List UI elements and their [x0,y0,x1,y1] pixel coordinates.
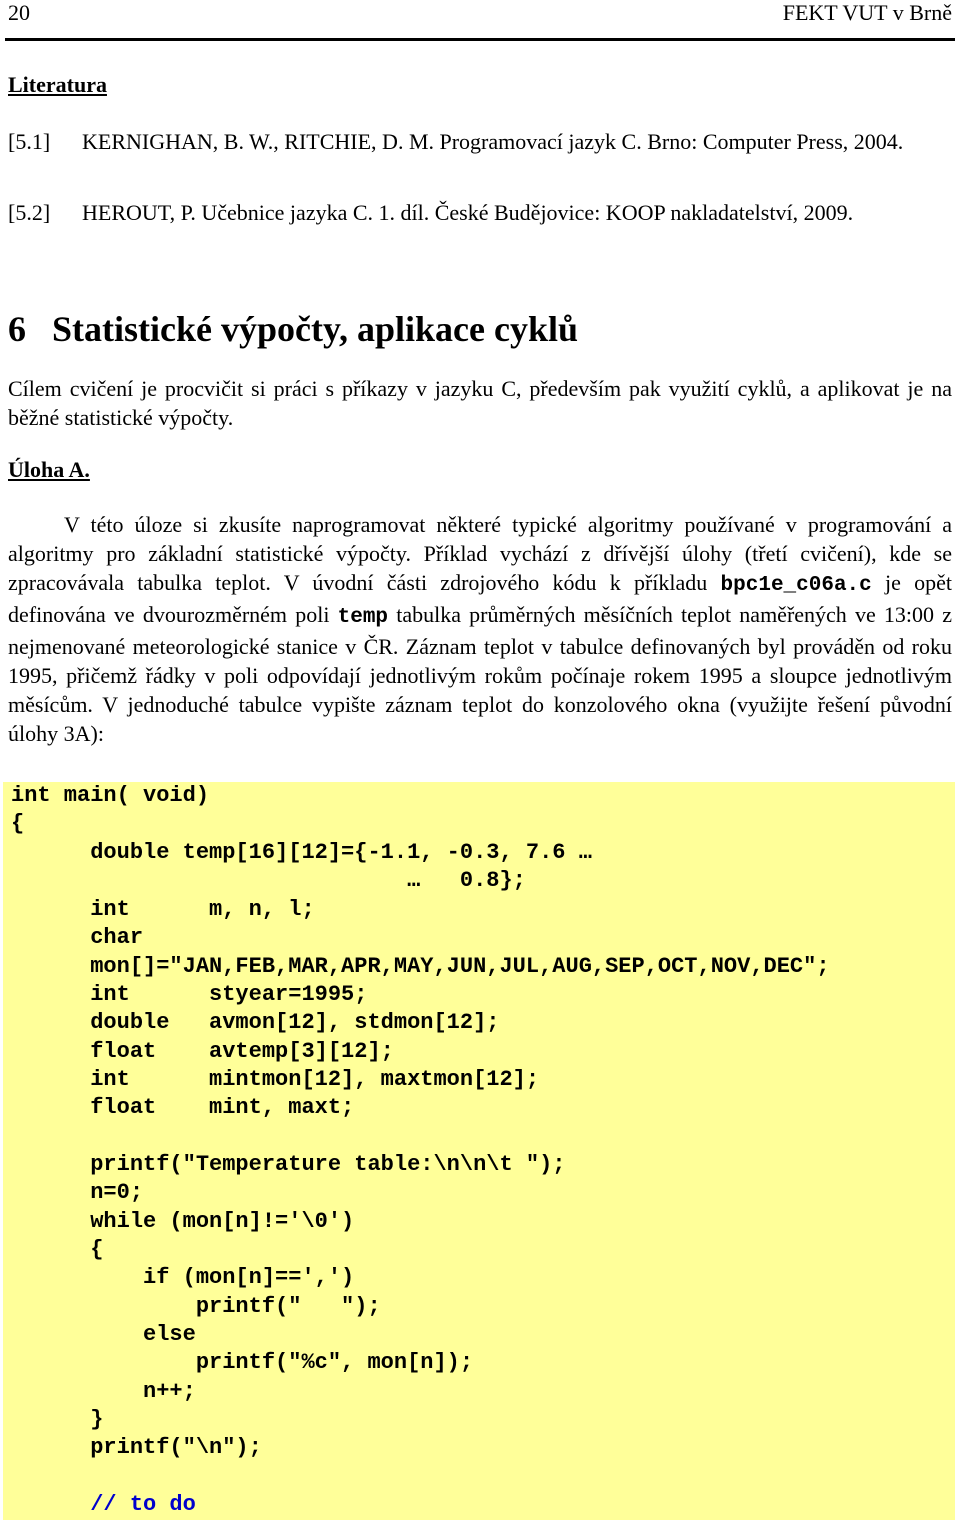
code-line: … 0.8}; [11,868,526,893]
literature-heading: Literatura [8,72,107,97]
code-line: char [11,925,144,950]
chapter-title: Statistické výpočty, aplikace cyklů [52,309,579,349]
code-line: double avmon[12], stdmon[12]; [11,1010,500,1035]
code-line: printf(" "); [11,1294,381,1319]
code-line: printf("\n"); [11,1435,262,1460]
code-comment: // to do [11,1492,196,1517]
code-line: int main( void) [11,783,210,808]
code-line: int m, n, l; [11,897,315,922]
page-header: 20 FEKT VUT v Brně [8,0,952,38]
institution-name: FEKT VUT v Brně [782,0,952,25]
code-line: } [11,1407,104,1432]
reference-item: [5.2] HEROUT, P. Učebnice jazyka C. 1. d… [8,198,952,227]
task-heading: Úloha A. [8,457,90,482]
reference-item: [5.1] KERNIGHAN, B. W., RITCHIE, D. M. P… [8,127,952,156]
code-line: if (mon[n]==',') [11,1265,355,1290]
code-line: float mint, maxt; [11,1095,355,1120]
code-listing: int main( void) { double temp[16][12]={-… [3,782,955,1520]
code-line: mon[]="JAN,FEB,MAR,APR,MAY,JUN,JUL,AUG,S… [11,954,830,979]
code-line: int mintmon[12], maxtmon[12]; [11,1067,540,1092]
chapter-intro: Cílem cvičení je procvičit si práci s př… [8,376,952,430]
source-filename: bpc1e_c06a.c [720,574,872,597]
code-line: n=0; [11,1180,144,1205]
array-name: temp [337,606,389,629]
task-description: V této úloze si zkusíte naprogramovat ně… [8,510,952,748]
code-line: printf("%c", mon[n]); [11,1350,474,1375]
code-line: float avtemp[3][12]; [11,1039,394,1064]
reference-text: KERNIGHAN, B. W., RITCHIE, D. M. Program… [82,129,904,154]
reference-tag: [5.1] [8,129,51,154]
code-line: while (mon[n]!='\0') [11,1209,355,1234]
code-line: { [11,1237,104,1262]
code-line: { [11,811,25,836]
code-line: n++; [11,1379,196,1404]
reference-text: HEROUT, P. Učebnice jazyka C. 1. díl. Če… [82,200,854,225]
header-divider [5,38,955,41]
code-line: int styear=1995; [11,982,368,1007]
code-line: else [11,1322,196,1347]
chapter-number: 6 [8,309,26,349]
page-number: 20 [8,0,30,25]
code-line: double temp[16][12]={-1.1, -0.3, 7.6 … [11,840,592,865]
reference-tag: [5.2] [8,200,51,225]
code-line: printf("Temperature table:\n\n\t "); [11,1152,566,1177]
chapter-heading: 6 Statistické výpočty, aplikace cyklů [8,305,578,353]
